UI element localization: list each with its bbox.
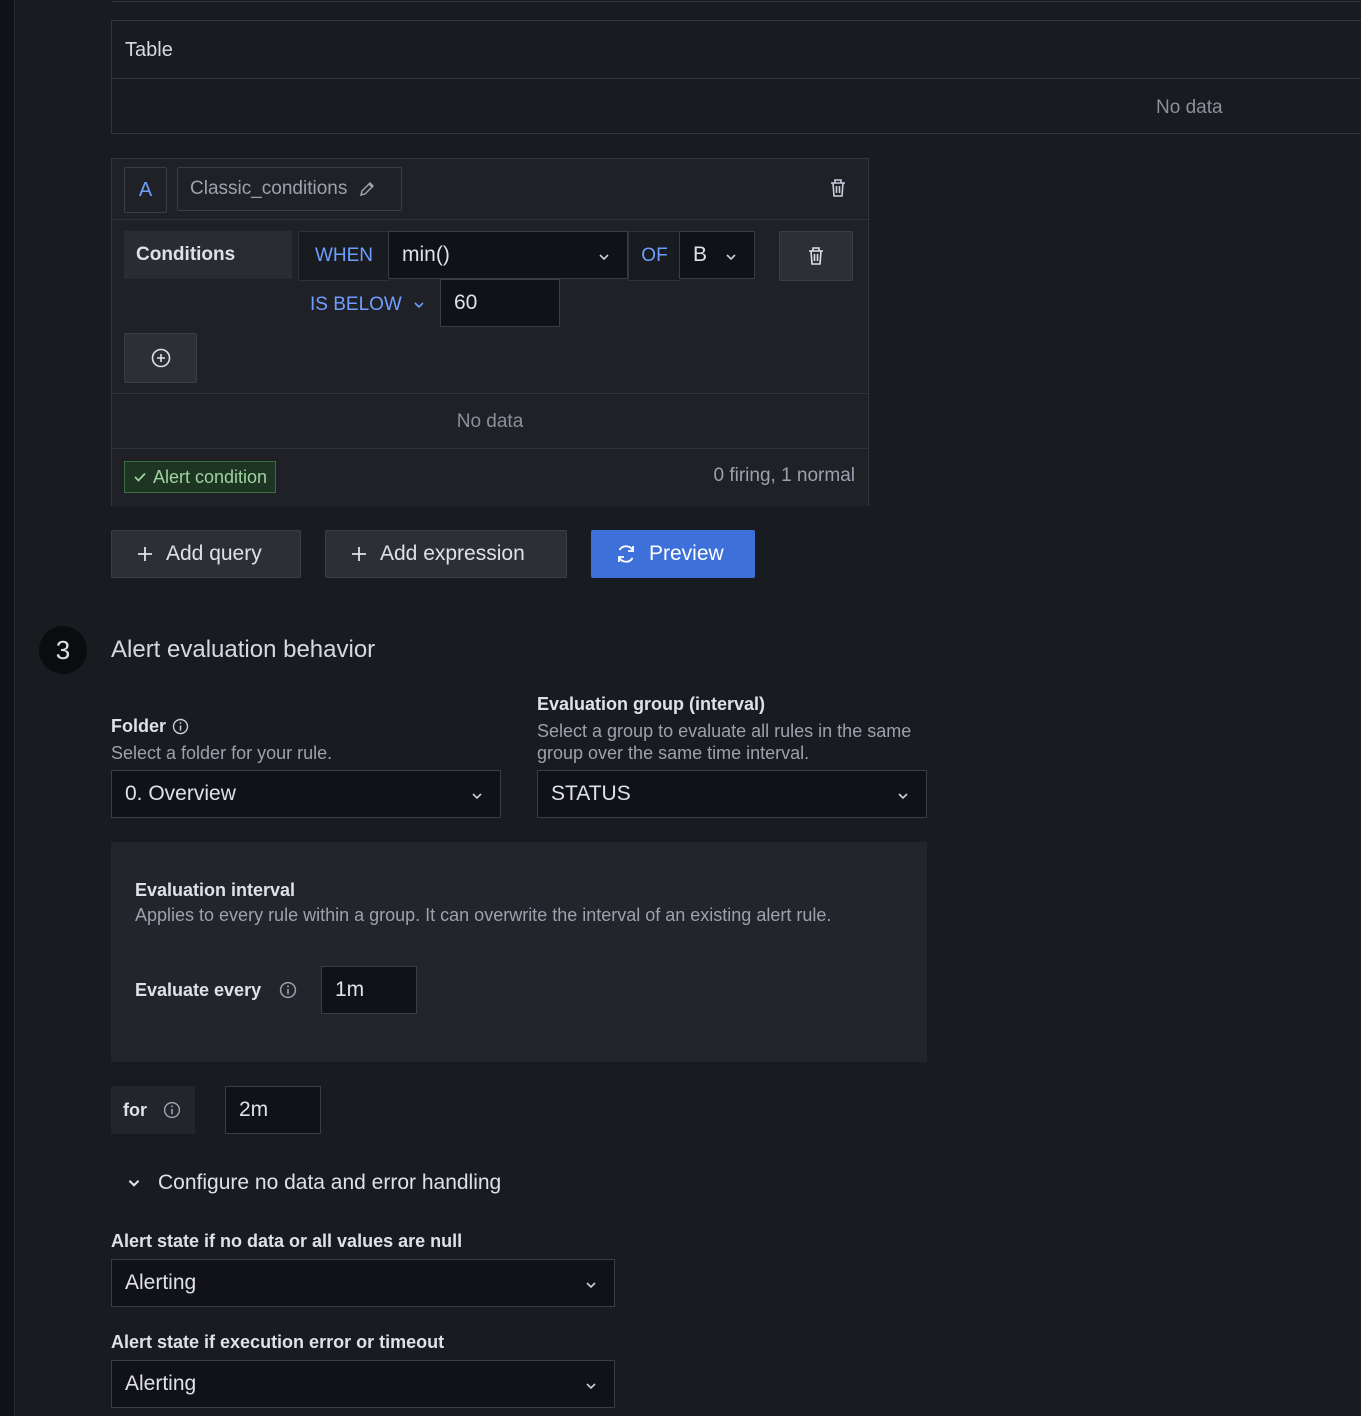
table-no-data: No data	[1156, 97, 1223, 118]
alert-condition-label: Alert condition	[153, 466, 268, 487]
condition-no-data: No data	[456, 411, 524, 432]
card-header: A Classic_conditions	[112, 159, 868, 220]
of-keyword: OF	[628, 231, 681, 281]
query-ref-value: B	[693, 243, 708, 266]
no-data-handling-toggle[interactable]: Configure no data and error handling	[126, 1166, 501, 1200]
evaluate-every-label-row: Evaluate every	[135, 966, 297, 1014]
pencil-icon[interactable]	[359, 181, 375, 197]
chevron-down-icon	[898, 793, 908, 800]
trash-icon[interactable]	[827, 177, 849, 199]
folder-description: Select a folder for your rule.	[111, 743, 333, 763]
folder-label-row: Folder	[111, 716, 189, 737]
interval-title: Evaluation interval	[135, 880, 296, 900]
reducer-select[interactable]: min()	[388, 231, 628, 279]
interval-description: Applies to every rule within a group. It…	[135, 905, 832, 925]
threshold-input[interactable]: 60	[440, 279, 560, 327]
no-data-state-select[interactable]: Alerting	[111, 1259, 615, 1307]
card-footer: Alert condition 0 firing, 1 normal	[112, 449, 868, 506]
add-query-button[interactable]: Add query	[111, 530, 301, 578]
folder-value: 0. Overview	[125, 782, 236, 805]
chevron-down-icon	[472, 793, 482, 800]
chevron-down-icon	[586, 1282, 596, 1289]
plus-icon	[138, 547, 152, 561]
for-label-box: for	[111, 1086, 195, 1134]
evaluator-select[interactable]: IS BELOW	[310, 281, 426, 329]
no-data-state-label: Alert state if no data or all values are…	[111, 1231, 463, 1251]
query-ref-select[interactable]: B	[679, 231, 755, 279]
group-value: STATUS	[551, 782, 631, 805]
add-query-label: Add query	[166, 542, 262, 565]
error-state-value: Alerting	[125, 1372, 197, 1395]
error-state-select[interactable]: Alerting	[111, 1360, 615, 1408]
plus-circle-icon	[151, 348, 170, 368]
left-nav-edge	[0, 0, 15, 1416]
alert-condition-badge[interactable]: Alert condition	[124, 461, 277, 493]
when-keyword: WHEN	[298, 231, 390, 281]
preview-label: Preview	[649, 542, 724, 565]
add-condition-button[interactable]	[124, 333, 197, 383]
evaluate-every-input[interactable]: 1m	[321, 966, 417, 1014]
table-preview-panel: Table No data	[111, 20, 1361, 134]
preview-button[interactable]: Preview	[591, 530, 755, 578]
group-select[interactable]: STATUS	[537, 770, 927, 818]
group-description: Select a group to evaluate all rules in …	[537, 721, 912, 763]
classic-condition-card: A Classic_conditions Conditions WHEN min…	[111, 158, 869, 506]
folder-select[interactable]: 0. Overview	[111, 770, 501, 818]
ref-id-badge[interactable]: A	[124, 167, 167, 213]
error-state-label: Alert state if execution error or timeou…	[111, 1332, 445, 1352]
remove-condition-button[interactable]	[779, 231, 853, 281]
divider	[112, 78, 1361, 79]
add-expression-label: Add expression	[380, 542, 525, 565]
add-expression-button[interactable]: Add expression	[325, 530, 567, 578]
state-summary: 0 firing, 1 normal	[713, 465, 855, 486]
chevron-down-icon	[599, 254, 609, 261]
info-icon[interactable]	[163, 1101, 181, 1119]
trash-icon	[809, 247, 823, 265]
evaluation-interval-box: Evaluation interval Applies to every rul…	[111, 842, 927, 1062]
for-label: for	[123, 1099, 147, 1120]
conditions-label: Conditions	[124, 231, 292, 279]
folder-label: Folder	[111, 716, 167, 736]
expression-name[interactable]: Classic_conditions	[177, 167, 402, 211]
no-data-state-value: Alerting	[125, 1271, 197, 1294]
info-icon[interactable]	[279, 981, 297, 999]
reducer-value: min()	[402, 243, 450, 266]
top-divider	[111, 0, 1361, 2]
evaluator-value: IS BELOW	[310, 294, 402, 315]
group-label: Evaluation group (interval)	[537, 694, 766, 714]
for-input[interactable]: 2m	[225, 1086, 321, 1134]
refresh-icon	[618, 545, 634, 563]
check-icon	[134, 472, 146, 482]
step-number: 3	[39, 626, 87, 674]
chevron-down-icon	[414, 302, 424, 309]
evaluate-every-label: Evaluate every	[135, 979, 262, 1000]
expression-name-label: Classic_conditions	[190, 178, 348, 199]
divider	[112, 393, 868, 394]
table-title: Table	[125, 39, 173, 61]
chevron-down-icon	[586, 1383, 596, 1390]
section-title: Alert evaluation behavior	[111, 636, 376, 663]
info-icon[interactable]	[172, 718, 189, 735]
chevron-down-icon	[726, 254, 736, 261]
chevron-down-icon	[128, 1179, 140, 1187]
no-data-handling-title: Configure no data and error handling	[158, 1171, 502, 1194]
plus-icon	[352, 547, 366, 561]
